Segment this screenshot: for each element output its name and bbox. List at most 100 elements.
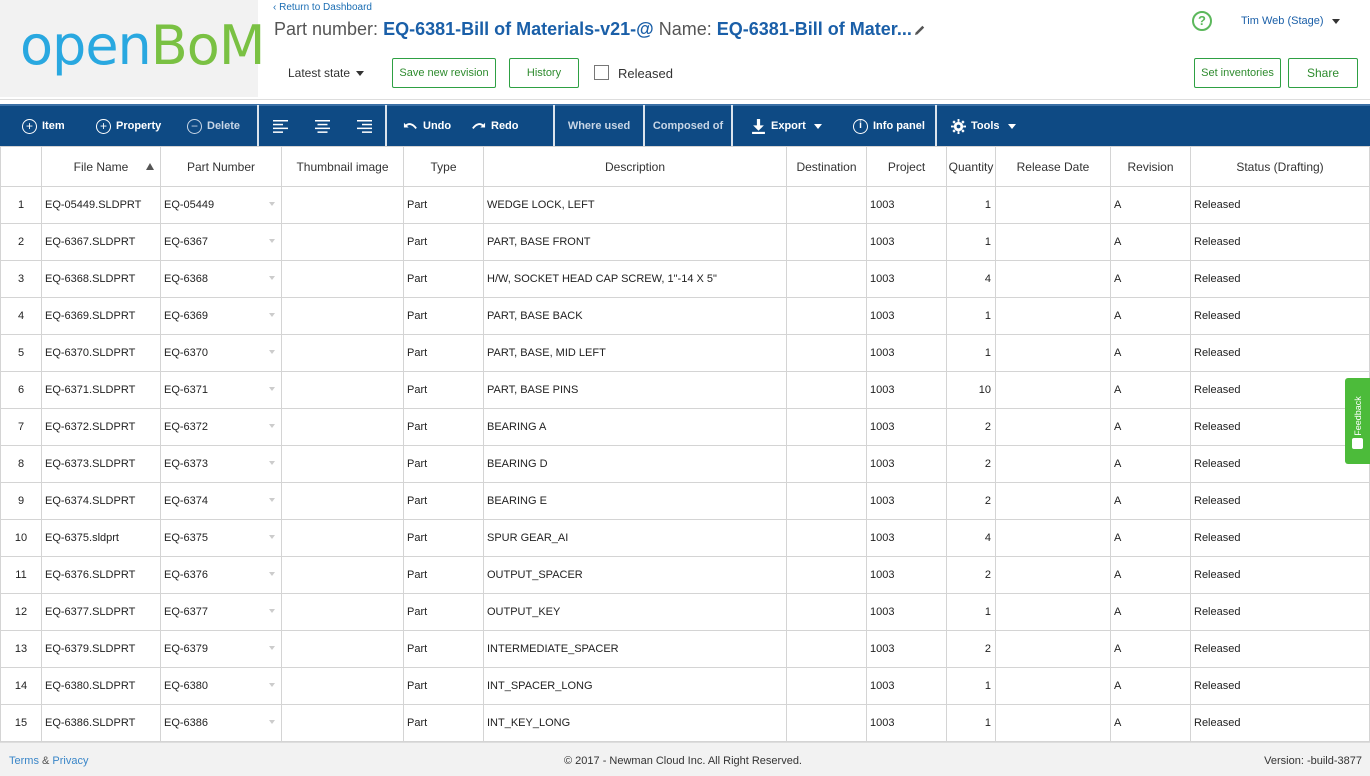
status-cell[interactable]: Released	[1190, 482, 1370, 520]
release-date-cell[interactable]	[995, 630, 1111, 668]
thumbnail-cell[interactable]	[281, 297, 404, 335]
thumbnail-cell[interactable]	[281, 593, 404, 631]
dropdown-arrow-icon[interactable]	[269, 646, 275, 650]
project-cell[interactable]: 1003	[866, 223, 947, 261]
table-row[interactable]: 10 EQ-6375.sldprt EQ-6375 Part SPUR GEAR_AI 1…	[0, 519, 1370, 557]
part-number-cell[interactable]: EQ-6386	[160, 704, 282, 742]
destination-cell[interactable]	[786, 445, 867, 483]
row-number-cell[interactable]: 12	[0, 593, 42, 631]
type-cell[interactable]: Part	[403, 408, 484, 446]
destination-cell[interactable]	[786, 408, 867, 446]
part-number-cell[interactable]: EQ-6374	[160, 482, 282, 520]
project-cell[interactable]: 1003	[866, 667, 947, 705]
privacy-link[interactable]: Privacy	[52, 755, 88, 767]
project-cell[interactable]: 1003	[866, 593, 947, 631]
status-cell[interactable]: Released	[1190, 519, 1370, 557]
file-name-cell[interactable]: EQ-6377.SLDPRT	[41, 593, 161, 631]
description-cell[interactable]: BEARING A	[483, 408, 787, 446]
row-number-cell[interactable]: 14	[0, 667, 42, 705]
column-header-description[interactable]: Description	[483, 146, 787, 187]
dropdown-arrow-icon[interactable]	[269, 313, 275, 317]
quantity-cell[interactable]: 2	[946, 482, 996, 520]
project-cell[interactable]: 1003	[866, 371, 947, 409]
project-cell[interactable]: 1003	[866, 297, 947, 335]
table-row[interactable]: 1 EQ-05449.SLDPRT EQ-05449 Part WEDGE LOCK, …	[0, 186, 1370, 224]
thumbnail-cell[interactable]	[281, 556, 404, 594]
file-name-cell[interactable]: EQ-6376.SLDPRT	[41, 556, 161, 594]
destination-cell[interactable]	[786, 704, 867, 742]
revision-cell[interactable]: A	[1110, 630, 1191, 668]
release-date-cell[interactable]	[995, 223, 1111, 261]
revision-cell[interactable]: A	[1110, 186, 1191, 224]
file-name-cell[interactable]: EQ-6375.sldprt	[41, 519, 161, 557]
file-name-cell[interactable]: EQ-6386.SLDPRT	[41, 704, 161, 742]
export-menu[interactable]: Export	[733, 105, 843, 147]
set-inventories-button[interactable]: Set inventories	[1194, 58, 1281, 88]
state-select[interactable]: Latest state	[288, 66, 365, 80]
project-cell[interactable]: 1003	[866, 408, 947, 446]
column-header-part-number[interactable]: Part Number	[160, 146, 282, 187]
status-cell[interactable]: Released	[1190, 186, 1370, 224]
destination-cell[interactable]	[786, 667, 867, 705]
release-date-cell[interactable]	[995, 519, 1111, 557]
project-cell[interactable]: 1003	[866, 260, 947, 298]
row-number-cell[interactable]: 6	[0, 371, 42, 409]
file-name-cell[interactable]: EQ-6367.SLDPRT	[41, 223, 161, 261]
part-number-cell[interactable]: EQ-6376	[160, 556, 282, 594]
thumbnail-cell[interactable]	[281, 186, 404, 224]
description-cell[interactable]: SPUR GEAR_AI	[483, 519, 787, 557]
thumbnail-cell[interactable]	[281, 371, 404, 409]
file-name-cell[interactable]: EQ-6371.SLDPRT	[41, 371, 161, 409]
row-number-cell[interactable]: 9	[0, 482, 42, 520]
status-cell[interactable]: Released	[1190, 260, 1370, 298]
thumbnail-cell[interactable]	[281, 667, 404, 705]
project-cell[interactable]: 1003	[866, 186, 947, 224]
row-number-cell[interactable]: 10	[0, 519, 42, 557]
release-date-cell[interactable]	[995, 297, 1111, 335]
quantity-cell[interactable]: 1	[946, 223, 996, 261]
project-cell[interactable]: 1003	[866, 556, 947, 594]
destination-cell[interactable]	[786, 556, 867, 594]
project-cell[interactable]: 1003	[866, 334, 947, 372]
table-row[interactable]: 5 EQ-6370.SLDPRT EQ-6370 Part PART, BASE, MI…	[0, 334, 1370, 372]
table-row[interactable]: 4 EQ-6369.SLDPRT EQ-6369 Part PART, BASE BAC…	[0, 297, 1370, 335]
release-date-cell[interactable]	[995, 482, 1111, 520]
revision-cell[interactable]: A	[1110, 334, 1191, 372]
column-header-release-date[interactable]: Release Date	[995, 146, 1111, 187]
column-header-status[interactable]: Status (Drafting)	[1190, 146, 1370, 187]
type-cell[interactable]: Part	[403, 667, 484, 705]
thumbnail-cell[interactable]	[281, 223, 404, 261]
release-date-cell[interactable]	[995, 260, 1111, 298]
table-row[interactable]: 7 EQ-6372.SLDPRT EQ-6372 Part BEARING A 1003 2…	[0, 408, 1370, 446]
table-row[interactable]: 15 EQ-6386.SLDPRT EQ-6386 Part INT_KEY_LONG 1…	[0, 704, 1370, 742]
status-cell[interactable]: Released	[1190, 704, 1370, 742]
revision-cell[interactable]: A	[1110, 297, 1191, 335]
type-cell[interactable]: Part	[403, 186, 484, 224]
where-used-button[interactable]: Where used	[555, 105, 643, 147]
column-header-type[interactable]: Type	[403, 146, 484, 187]
destination-cell[interactable]	[786, 593, 867, 631]
type-cell[interactable]: Part	[403, 482, 484, 520]
destination-cell[interactable]	[786, 297, 867, 335]
thumbnail-cell[interactable]	[281, 482, 404, 520]
part-number-cell[interactable]: EQ-6377	[160, 593, 282, 631]
destination-cell[interactable]	[786, 371, 867, 409]
quantity-cell[interactable]: 4	[946, 260, 996, 298]
file-name-cell[interactable]: EQ-6368.SLDPRT	[41, 260, 161, 298]
part-number-cell[interactable]: EQ-6375	[160, 519, 282, 557]
project-cell[interactable]: 1003	[866, 445, 947, 483]
release-date-cell[interactable]	[995, 704, 1111, 742]
table-row[interactable]: 11 EQ-6376.SLDPRT EQ-6376 Part OUTPUT_SPACER…	[0, 556, 1370, 594]
release-date-cell[interactable]	[995, 334, 1111, 372]
dropdown-arrow-icon[interactable]	[269, 683, 275, 687]
thumbnail-cell[interactable]	[281, 519, 404, 557]
file-name-cell[interactable]: EQ-6373.SLDPRT	[41, 445, 161, 483]
destination-cell[interactable]	[786, 519, 867, 557]
type-cell[interactable]: Part	[403, 593, 484, 631]
release-date-cell[interactable]	[995, 556, 1111, 594]
dropdown-arrow-icon[interactable]	[269, 498, 275, 502]
file-name-cell[interactable]: EQ-6369.SLDPRT	[41, 297, 161, 335]
terms-link[interactable]: Terms	[9, 755, 39, 767]
row-number-cell[interactable]: 1	[0, 186, 42, 224]
type-cell[interactable]: Part	[403, 445, 484, 483]
